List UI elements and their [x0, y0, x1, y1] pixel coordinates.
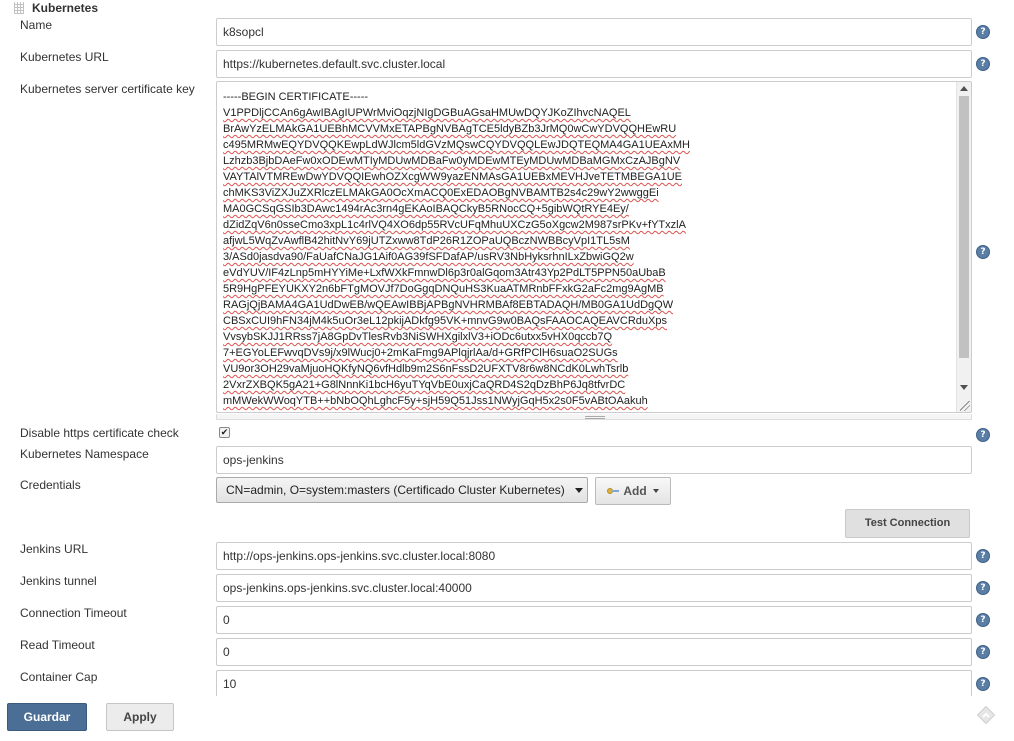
- container-cap-help-icon[interactable]: ?: [976, 677, 990, 691]
- certificate-help-icon[interactable]: ?: [976, 245, 990, 259]
- scroll-to-top-icon[interactable]: [976, 705, 996, 725]
- caret-down-icon: [652, 489, 659, 493]
- dropdown-arrow-icon: [575, 488, 583, 493]
- certificate-line: 7+EGYoLEFwvqDVs9j/x9lWucj0+2mKaFmg9APlqj…: [223, 347, 618, 359]
- kubernetes-url-input[interactable]: [216, 50, 972, 78]
- certificate-line: -----BEGIN CERTIFICATE-----: [223, 91, 369, 103]
- kubernetes-url-label: Kubernetes URL: [20, 50, 109, 64]
- textarea-resize-handle[interactable]: [216, 414, 972, 420]
- jenkins-tunnel-input[interactable]: [216, 574, 972, 602]
- connection-timeout-help-icon[interactable]: ?: [976, 613, 990, 627]
- test-connection-button[interactable]: Test Connection: [845, 509, 970, 538]
- certificate-line: Lzhzb3BjbDAeFw0xODEwMTIyMDUwMDBaFw0yMDEw…: [223, 155, 681, 167]
- connection-timeout-input[interactable]: [216, 606, 972, 634]
- add-label: Add: [623, 484, 647, 498]
- certificate-line: BrAwYzELMAkGA1UEBhMCVVMxETAPBgNVBAgTCE5l…: [223, 123, 677, 135]
- scroll-down-arrow-icon[interactable]: [960, 385, 968, 390]
- credentials-selected-value: CN=admin, O=system:masters (Certificado …: [226, 483, 565, 497]
- section-title: Kubernetes: [32, 1, 99, 15]
- drag-handle-icon[interactable]: [14, 2, 24, 14]
- scrollbar-thumb[interactable]: [959, 96, 969, 358]
- certificate-line: afjwL5WqZvAwflB42hitNvY69jUTZxww8TdP26R1…: [223, 235, 630, 247]
- certificate-scrollbar[interactable]: [956, 82, 971, 412]
- read-timeout-help-icon[interactable]: ?: [976, 645, 990, 659]
- container-cap-input[interactable]: [216, 670, 972, 698]
- handle-grip-icon: [585, 416, 605, 417]
- certificate-line: 2VxrZXBQK5gA21+G8lNnnKi1bcH6yuTYqVbE0uxj…: [223, 379, 626, 391]
- certificate-line: dZidZqV6n0sseCmo3xpL1c4rlVQ4XO6dp55RVcUF…: [223, 219, 686, 231]
- connection-timeout-label: Connection Timeout: [20, 606, 127, 620]
- disable-https-help-icon[interactable]: ?: [976, 428, 990, 442]
- certificate-line: e1GbNIIbaOOYcvA==: [223, 409, 953, 412]
- certificate-line: RAGjQjBAMA4GA1UdDwEB/wQEAwIBBjAPBgNVHRMB…: [223, 299, 674, 311]
- certificate-line: chMKS3ViZXJuZXRlczELMAkGA0OcXmACQ0ExEDAO…: [223, 187, 659, 199]
- certificate-line: 5R9HgPFEYUKXY2n6bFTgMOVJf7DoGgqDNQuHS3Ku…: [223, 283, 664, 295]
- kubernetes-url-help-icon[interactable]: ?: [976, 57, 990, 71]
- read-timeout-label: Read Timeout: [20, 638, 95, 652]
- certificate-line: CBSxCUI9hFN34jM4k5uOr3eL12pkijADkfg95VK+…: [223, 315, 667, 327]
- certificate-line: 3/ASd0jasdva90/FaUafCNaJG1Aif0AG39fSFDaf…: [223, 251, 634, 263]
- namespace-input[interactable]: [216, 446, 972, 474]
- certificate-textarea[interactable]: -----BEGIN CERTIFICATE----- V1PPDljCCAn6g…: [216, 81, 972, 413]
- jenkins-tunnel-label: Jenkins tunnel: [20, 574, 97, 588]
- certificate-line: MA0GCSqGSIb3DAwc1494rAc3rn4gEKAoIBAQCkyB…: [223, 203, 629, 215]
- save-button[interactable]: Guardar: [7, 703, 87, 731]
- read-timeout-input[interactable]: [216, 638, 972, 666]
- certificate-line: VvsybSKJJ1RRss7jA8GpDvTlesRvb3NiSWHXgilx…: [223, 331, 613, 343]
- jenkins-url-help-icon[interactable]: ?: [976, 549, 990, 563]
- disable-https-checkbox[interactable]: ✔: [219, 427, 230, 438]
- certificate-line: VAYTAlVTMREwDwYDVQQIEwhOZXcgWW9yazENMAsG…: [223, 171, 683, 183]
- name-label: Name: [20, 18, 53, 32]
- certificate-line: VU9or3OH29vaMjuoHQKfyNQ6vfHdlb9m2S6nFssD…: [223, 363, 629, 375]
- scroll-up-arrow-icon[interactable]: [960, 86, 968, 91]
- certificate-line: V1PPDljCCAn6gAwIBAgIUPWrMviOqzjNIgDGBuAG…: [223, 107, 631, 119]
- credentials-label: Credentials: [20, 478, 81, 492]
- disable-https-label: Disable https certificate check: [20, 426, 179, 440]
- key-icon: [607, 487, 620, 495]
- container-cap-label: Container Cap: [20, 670, 98, 684]
- resize-grip-icon[interactable]: [960, 401, 970, 411]
- jenkins-url-label: Jenkins URL: [20, 542, 89, 556]
- apply-button[interactable]: Apply: [106, 703, 174, 731]
- certificate-line: eVdYUV/IF4zLnp5mHYYiMe+LxfWXkFmnwDl6p3r0…: [223, 267, 666, 279]
- namespace-label: Kubernetes Namespace: [20, 447, 149, 461]
- credentials-select[interactable]: CN=admin, O=system:masters (Certificado …: [216, 477, 588, 503]
- certificate-line: mMWekWWoqYTB++bNbOQhLghcF5y+sjH59Q51Jss1…: [223, 395, 648, 407]
- jenkins-tunnel-help-icon[interactable]: ?: [976, 581, 990, 595]
- certificate-line: c495MRMwEQYDVQQKEwpLdWJlcm5ldGVzMQswCQYD…: [223, 139, 690, 151]
- section-header: Kubernetes: [14, 0, 98, 16]
- add-credentials-button[interactable]: Add: [595, 477, 671, 505]
- certificate-label: Kubernetes server certificate key: [20, 82, 195, 96]
- name-input[interactable]: [216, 18, 972, 46]
- jenkins-url-input[interactable]: [216, 542, 972, 570]
- name-help-icon[interactable]: ?: [976, 25, 990, 39]
- certificate-text: -----BEGIN CERTIFICATE----- V1PPDljCCAn6g…: [223, 89, 953, 412]
